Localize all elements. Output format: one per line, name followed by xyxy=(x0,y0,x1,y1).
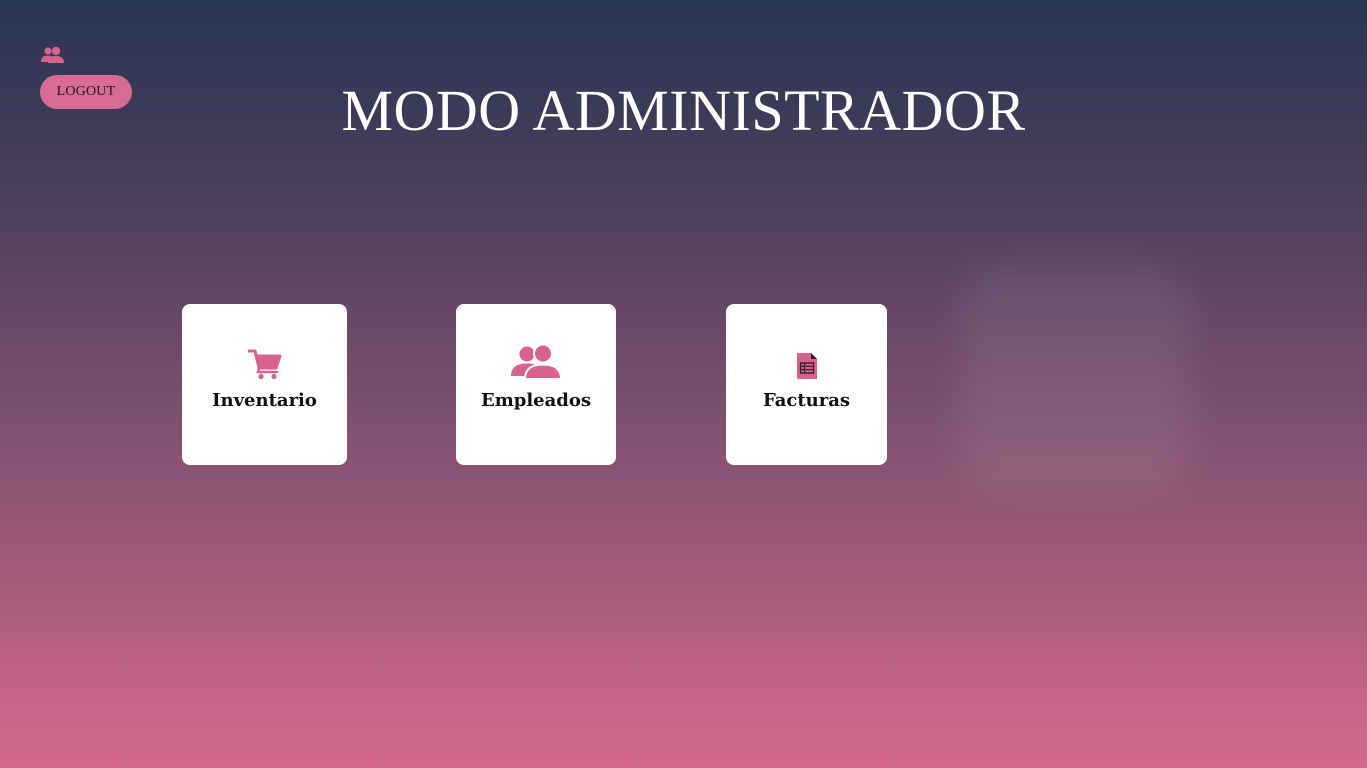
inventario-label: Inventario xyxy=(212,390,317,411)
facturas-card[interactable]: Facturas xyxy=(726,304,887,465)
users-icon xyxy=(41,46,64,63)
empleados-label: Empleados xyxy=(480,390,592,411)
empleados-card[interactable]: Empleados xyxy=(456,304,616,465)
facturas-label: Facturas xyxy=(762,390,851,411)
spreadsheet-file-icon xyxy=(796,353,817,379)
decorative-blur xyxy=(960,265,1190,495)
users-icon xyxy=(511,344,562,380)
inventario-card[interactable]: Inventario xyxy=(182,304,347,465)
page-title: MODO ADMINISTRADOR xyxy=(341,78,1026,143)
shopping-cart-icon xyxy=(247,349,281,380)
